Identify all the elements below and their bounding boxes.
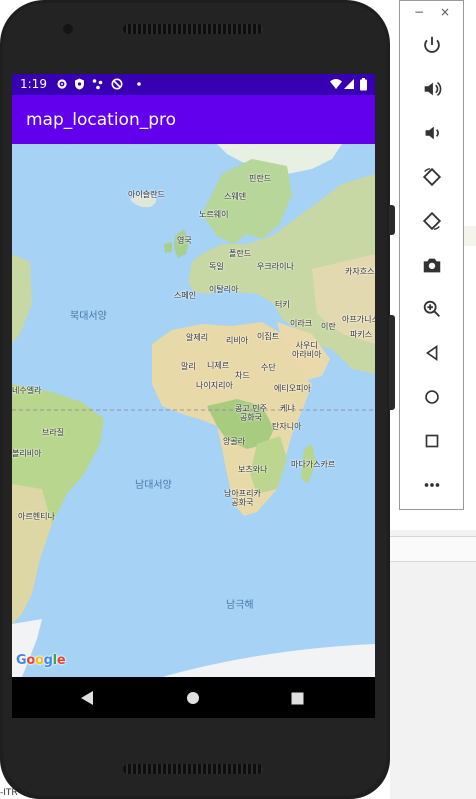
recents-square-icon: [291, 692, 303, 704]
zoom-icon: [423, 300, 440, 317]
volume-down-button[interactable]: [414, 118, 450, 148]
overview-icon: [425, 434, 439, 448]
edge-highlight: [464, 226, 476, 246]
bottom-speaker: [123, 764, 263, 774]
country-label: 이집트: [257, 332, 280, 341]
side-button-volume[interactable]: [389, 315, 395, 410]
more-icon: [424, 483, 440, 487]
volume-up-icon: [424, 81, 442, 97]
cell-signal-icon: [344, 79, 354, 89]
country-label: 콩고 민주 공화국: [235, 404, 267, 422]
settings-icon: [57, 79, 67, 89]
country-label: 차드: [235, 371, 250, 380]
country-label: 나이지리아: [196, 381, 233, 390]
front-camera: [63, 24, 73, 34]
country-label: 영국: [177, 236, 192, 245]
back-button[interactable]: [414, 338, 450, 368]
country-label: 이란: [321, 322, 336, 331]
top-speaker: [123, 24, 263, 34]
shield-icon: [75, 78, 84, 90]
emulator-background: [390, 530, 476, 799]
data-saver-icon: [111, 78, 123, 90]
country-label: 탄자니아: [272, 422, 302, 431]
country-label: 노르웨이: [199, 210, 229, 219]
close-button[interactable]: ×: [440, 5, 450, 19]
map-view[interactable]: 북대서양 남대서양 남극해 아이슬란드 핀란드 스웨덴 노르웨이 영국 폴란드 …: [12, 144, 375, 677]
country-label: 남아프리카 공화국: [224, 489, 261, 507]
country-label: 폴란드: [229, 249, 252, 258]
system-nav-bar: [12, 677, 375, 718]
country-label: 리비아: [226, 336, 249, 345]
rotate-right-button[interactable]: [414, 206, 450, 236]
notification-dot-icon: [137, 82, 141, 86]
minimize-button[interactable]: −: [414, 5, 424, 19]
country-label: 카자흐스탄: [345, 267, 375, 276]
volume-up-button[interactable]: [414, 74, 450, 104]
country-label: 볼리비아: [12, 449, 42, 458]
overview-button[interactable]: [414, 426, 450, 456]
emulator-divider: [390, 536, 476, 562]
camera-icon: [423, 258, 441, 273]
country-label: 스페인: [174, 291, 197, 300]
more-button[interactable]: [414, 470, 450, 500]
country-label: 독일: [209, 262, 224, 271]
toolbar-window-controls: − ×: [400, 5, 463, 19]
zoom-button[interactable]: [414, 294, 450, 324]
country-label: 파키스: [350, 330, 373, 339]
ocean-label-southern: 남극해: [226, 600, 254, 611]
country-label: 알제리: [186, 333, 209, 342]
device-screen: 1:19 map_location_pro 북대서양 남대서양 남극해 아이슬란…: [12, 74, 375, 718]
volume-down-icon: [425, 126, 439, 140]
rotate-left-icon: [422, 167, 442, 187]
back-icon: [425, 344, 438, 362]
country-label: 핀란드: [249, 174, 272, 183]
network-dots-icon: [92, 79, 103, 90]
google-logo: Google: [16, 653, 66, 668]
screenshot-button[interactable]: [414, 250, 450, 280]
ocean-label-south-atlantic: 남대서양: [135, 480, 172, 491]
status-bar: 1:19: [12, 74, 375, 95]
country-label: 우크라이나: [257, 262, 294, 271]
country-label: 아프가니스: [342, 315, 375, 324]
nav-recents-button[interactable]: [284, 685, 310, 711]
home-icon: [425, 390, 439, 404]
country-label: 스웨덴: [224, 192, 247, 201]
country-label: 앙골라: [223, 437, 246, 446]
rotate-left-button[interactable]: [414, 162, 450, 192]
wifi-icon: [330, 79, 342, 89]
country-label: 니제르: [207, 361, 230, 370]
world-map-terrain: [12, 144, 375, 677]
home-circle-icon: [187, 692, 199, 704]
country-label: 보츠와나: [238, 465, 268, 474]
country-label: 사우디 아라비아: [292, 341, 322, 359]
country-label: 수단: [261, 363, 276, 372]
country-label: 마다가스카르: [291, 460, 336, 469]
power-icon: [424, 36, 440, 53]
emulator-toolbar: − ×: [399, 0, 464, 510]
app-bar: map_location_pro: [12, 95, 375, 144]
country-label: 브라질: [42, 428, 65, 437]
home-button[interactable]: [414, 382, 450, 412]
country-label: 케냐: [280, 404, 295, 413]
nav-home-button[interactable]: [180, 685, 206, 711]
back-triangle-icon: [81, 691, 93, 705]
country-label: 네수엘라: [12, 386, 42, 395]
country-label: 아르헨티나: [18, 512, 55, 521]
country-label: 이탈리아: [209, 285, 239, 294]
country-label: 에티오피아: [274, 384, 311, 393]
ocean-label-north-atlantic: 북대서양: [70, 311, 107, 322]
phone-frame: 1:19 map_location_pro 북대서양 남대서양 남극해 아이슬란…: [0, 0, 395, 799]
country-label: 아이슬란드: [128, 190, 165, 199]
battery-icon: [360, 78, 367, 91]
side-button-power[interactable]: [389, 205, 395, 235]
country-label: 이라크: [290, 319, 313, 328]
rotate-right-icon: [422, 211, 442, 231]
country-label: 말리: [181, 362, 196, 371]
status-time: 1:19: [20, 77, 47, 91]
country-label: 터키: [275, 300, 290, 309]
app-title: map_location_pro: [26, 110, 177, 130]
power-button[interactable]: [414, 30, 450, 60]
nav-back-button[interactable]: [74, 685, 100, 711]
